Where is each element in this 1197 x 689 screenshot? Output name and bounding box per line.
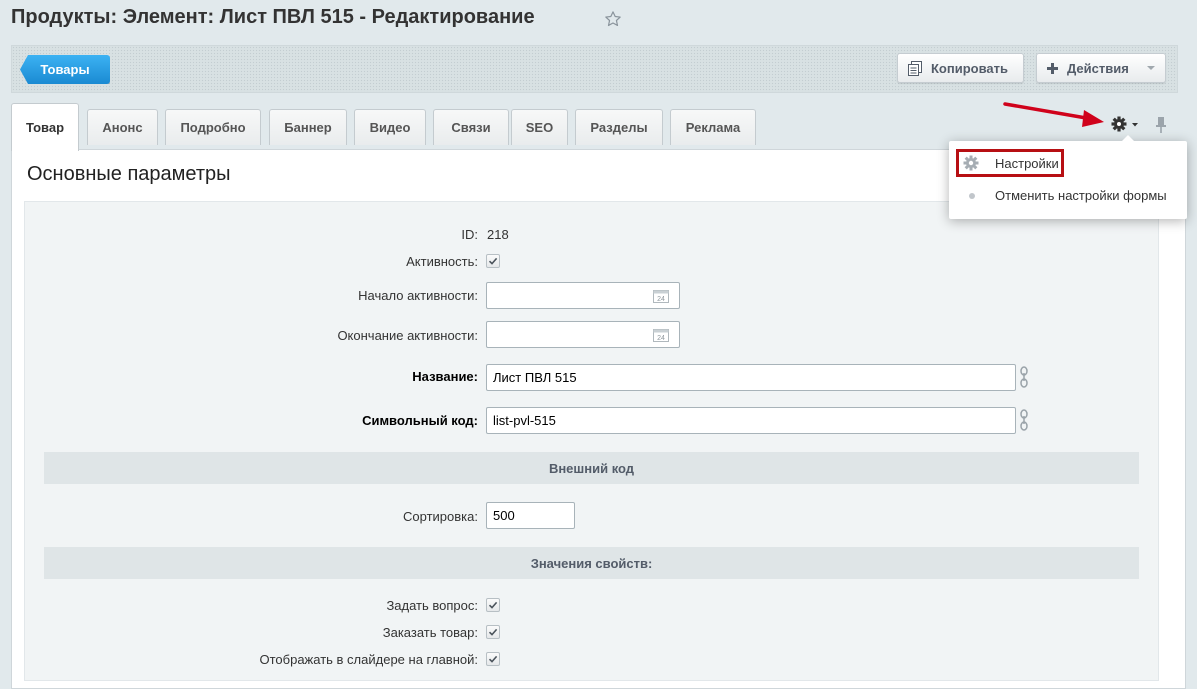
gear-icon <box>963 155 979 171</box>
settings-dropdown-menu: Настройки Отменить настройки формы <box>949 135 1187 219</box>
annotation-arrow-icon <box>1003 102 1104 127</box>
checkmark-icon <box>488 628 498 636</box>
back-to-products-button[interactable]: Товары <box>20 55 110 84</box>
page-title: Продукты: Элемент: Лист ПВЛ 515 - Редакт… <box>11 6 535 28</box>
name-label: Название: <box>412 369 478 384</box>
active-from-input[interactable]: 24 <box>486 282 680 309</box>
copy-icon <box>908 60 922 76</box>
checkmark-icon <box>488 601 498 609</box>
tab-links[interactable]: Связи <box>433 109 509 145</box>
property-slider-checkbox[interactable] <box>486 652 500 666</box>
name-value: Лист ПВЛ 515 <box>493 370 577 385</box>
copy-button-label: Копировать <box>931 60 1009 76</box>
id-label: ID: <box>461 227 478 242</box>
active-to-label: Окончание активности: <box>337 328 478 343</box>
checkmark-icon <box>488 655 498 663</box>
menu-item-settings[interactable]: Настройки <box>949 149 1187 177</box>
tab-ads[interactable]: Реклама <box>670 109 756 145</box>
tab-announce[interactable]: Анонс <box>87 109 158 145</box>
property-order-checkbox[interactable] <box>486 625 500 639</box>
tab-video[interactable]: Видео <box>354 109 426 145</box>
tab-details[interactable]: Подробно <box>165 109 261 145</box>
property-ask-question-label: Задать вопрос: <box>386 598 478 613</box>
active-from-label: Начало активности: <box>358 288 478 303</box>
transliterate-link-icon[interactable] <box>1019 366 1029 388</box>
chevron-down-icon <box>1147 66 1155 70</box>
calendar-icon[interactable]: 24 <box>653 328 669 342</box>
form-body <box>24 201 1159 681</box>
tab-banner[interactable]: Баннер <box>269 109 347 145</box>
active-to-input[interactable]: 24 <box>486 321 680 348</box>
name-input[interactable]: Лист ПВЛ 515 <box>486 364 1016 391</box>
external-code-header: Внешний код <box>44 452 1139 484</box>
active-checkbox[interactable] <box>486 254 500 268</box>
sort-input[interactable]: 500 <box>486 502 575 529</box>
active-label: Активность: <box>406 254 478 269</box>
actions-button[interactable]: Действия <box>1036 53 1166 83</box>
calendar-icon[interactable]: 24 <box>653 289 669 303</box>
copy-button[interactable]: Копировать <box>897 53 1024 83</box>
menu-item-reset-form-settings[interactable]: Отменить настройки формы <box>949 183 1187 207</box>
tab-seo[interactable]: SEO <box>511 109 568 145</box>
sort-label: Сортировка: <box>403 509 478 524</box>
pin-icon[interactable] <box>1155 116 1167 134</box>
property-order-label: Заказать товар: <box>382 625 478 640</box>
plus-icon <box>1047 62 1058 74</box>
transliterate-link-icon[interactable] <box>1019 409 1029 431</box>
tab-sections[interactable]: Разделы <box>575 109 663 145</box>
menu-item-reset-label: Отменить настройки формы <box>995 187 1167 203</box>
property-ask-question-checkbox[interactable] <box>486 598 500 612</box>
id-value: 218 <box>487 227 509 242</box>
code-input[interactable]: list-pvl-515 <box>486 407 1016 434</box>
property-slider-label: Отображать в слайдере на главной: <box>259 652 479 667</box>
calendar-day: 24 <box>657 335 665 342</box>
code-label: Символьный код: <box>362 413 478 428</box>
menu-item-settings-label: Настройки <box>995 155 1059 171</box>
actions-button-label: Действия <box>1067 60 1129 76</box>
calendar-day: 24 <box>657 296 665 303</box>
favorite-star-icon[interactable] <box>604 10 622 28</box>
sort-value: 500 <box>493 508 515 523</box>
bullet-icon <box>969 193 975 199</box>
section-title: Основные параметры <box>27 163 231 185</box>
tab-product[interactable]: Товар <box>11 103 79 151</box>
checkmark-icon <box>488 257 498 265</box>
code-value: list-pvl-515 <box>493 413 556 428</box>
properties-header: Значения свойств: <box>44 547 1139 579</box>
gear-icon <box>1111 116 1138 132</box>
form-settings-button[interactable] <box>1111 116 1141 135</box>
